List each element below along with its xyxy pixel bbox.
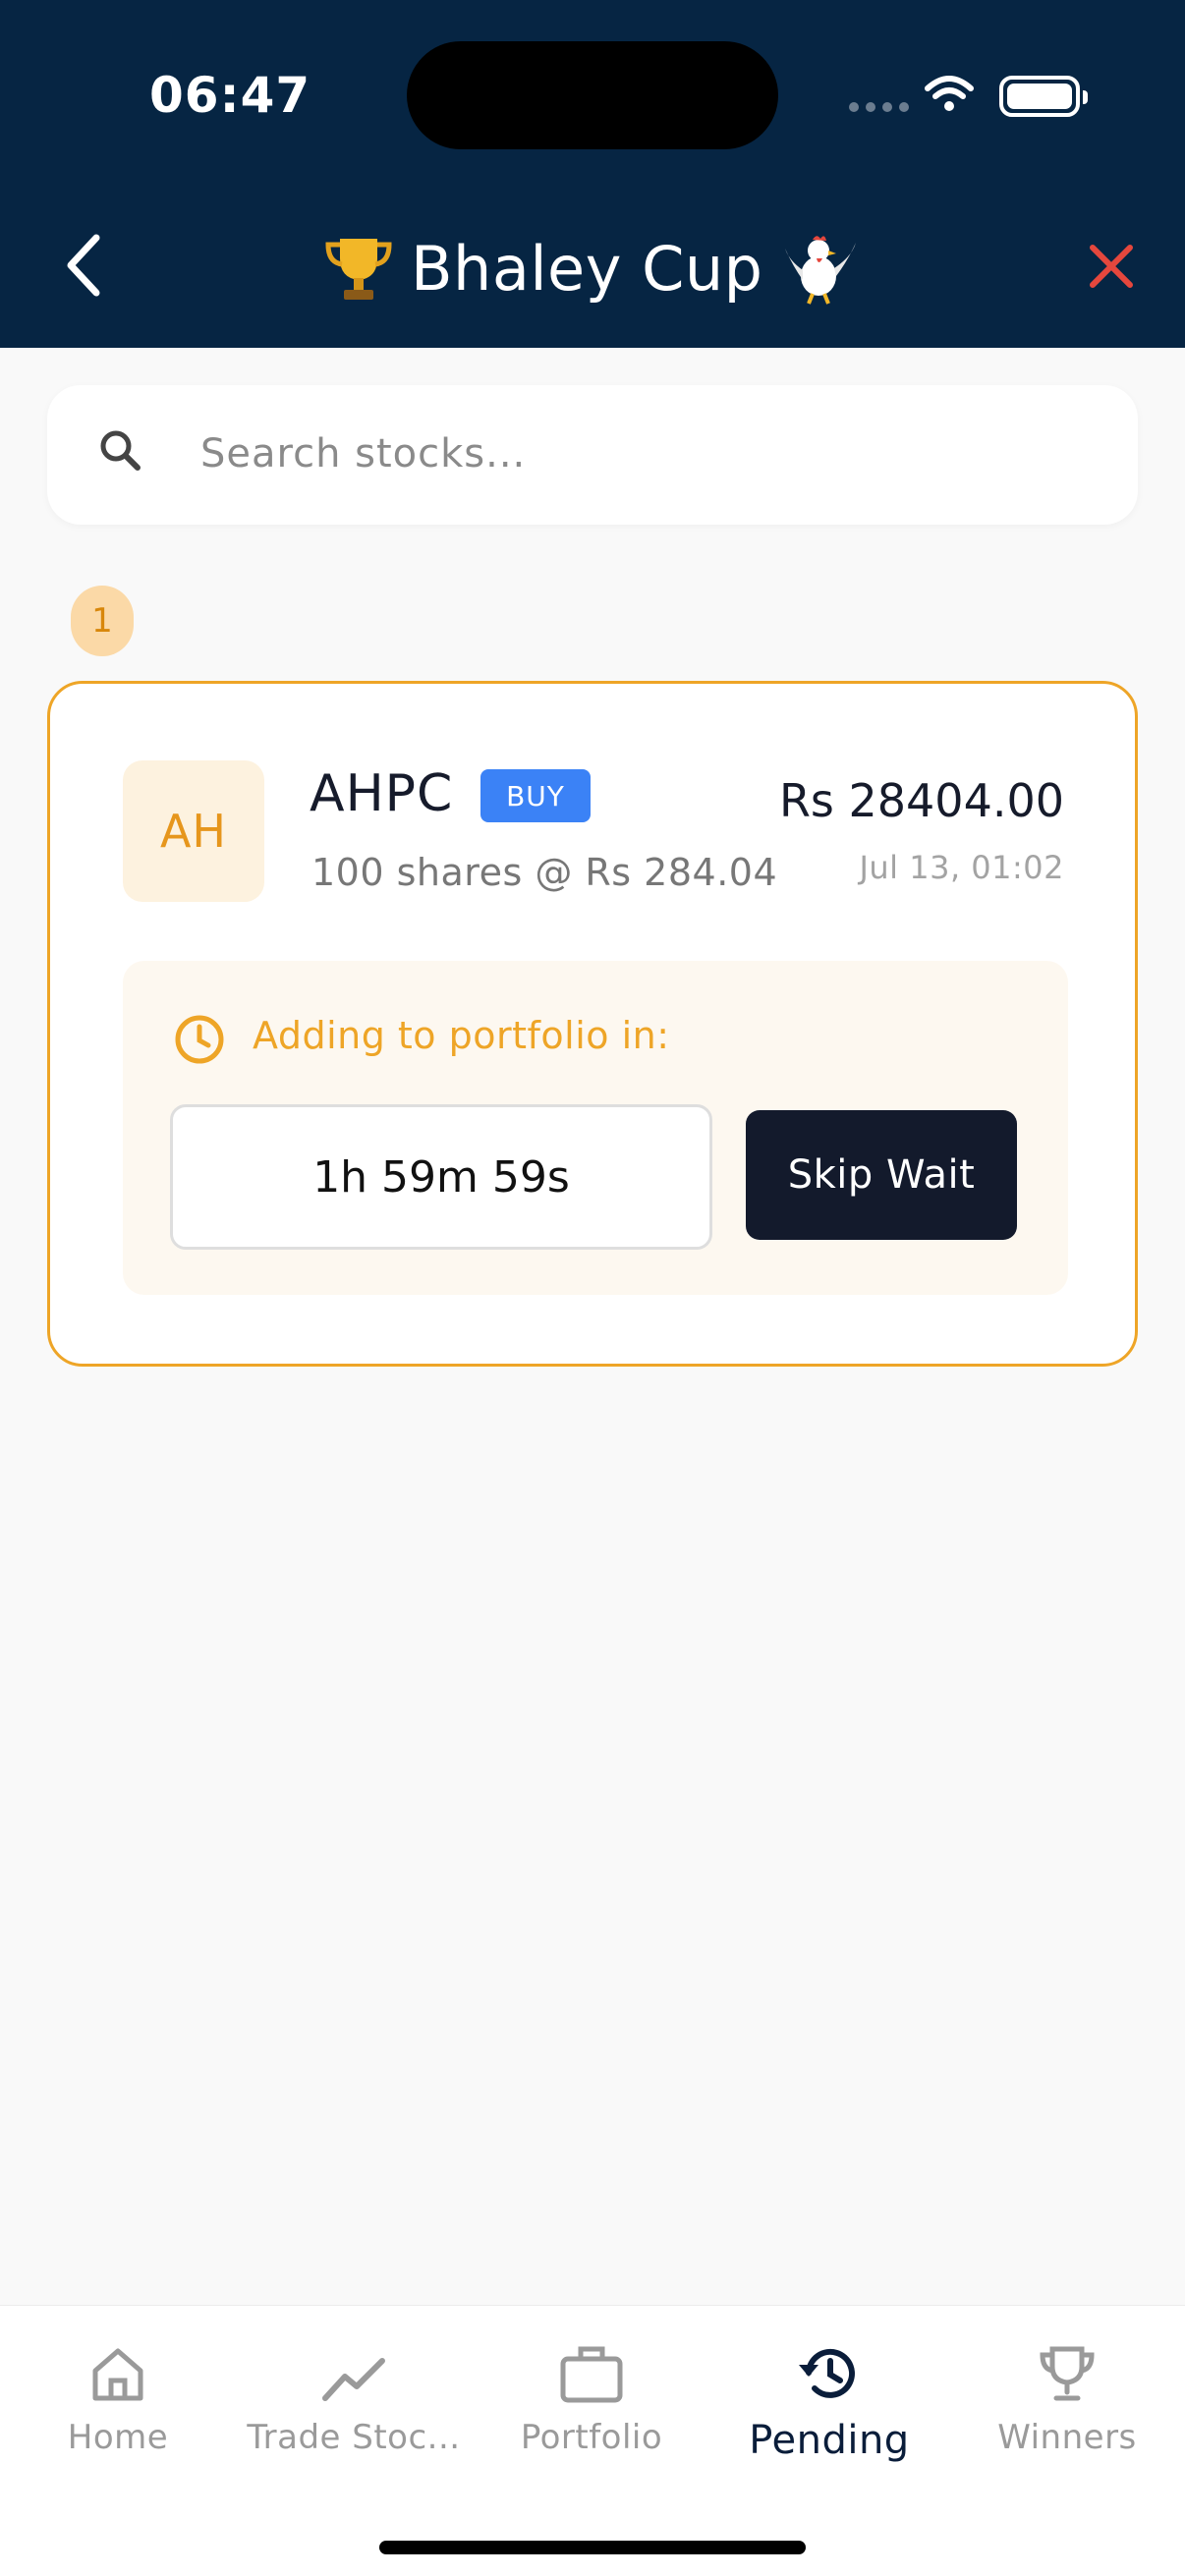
title-text: Bhaley Cup [411,232,763,305]
wifi-icon [925,76,974,111]
tab-winners[interactable]: Winners [959,2325,1175,2502]
pending-count-badge: 1 [71,586,134,656]
home-indicator [379,2541,806,2554]
clock-icon [175,1015,224,1064]
tab-label: Home [67,2418,169,2457]
tab-home[interactable]: Home [10,2325,226,2502]
stock-avatar: AH [123,760,264,902]
briefcase-icon [560,2346,623,2403]
dynamic-island [407,41,778,149]
tab-label: Winners [997,2418,1137,2457]
search-bar[interactable] [47,385,1138,525]
back-button[interactable] [55,226,114,305]
close-button[interactable] [1087,236,1136,295]
trophy-icon [325,239,392,300]
bottom-tab-bar: Home Trade Stoc... Portfolio Pending Win… [0,2305,1185,2576]
page-title: Bhaley Cup [324,224,860,312]
home-icon [92,2348,143,2401]
search-icon [100,430,141,471]
trophy-outline-icon [1040,2346,1095,2401]
stock-ticker: AHPC [310,764,454,823]
signal-icon [849,102,909,112]
app-header: 06:47 Bhaley Cup [0,0,1185,348]
tab-pending[interactable]: Pending [721,2325,937,2502]
history-icon [799,2348,855,2398]
trending-up-icon [322,2358,385,2401]
tab-label: Pending [749,2418,910,2463]
tab-trade-stocks[interactable]: Trade Stoc... [246,2325,462,2502]
status-time: 06:47 [149,67,311,124]
pending-timer-panel: Adding to portfolio in: 1h 59m 59s Skip … [123,961,1068,1295]
skip-wait-button[interactable]: Skip Wait [746,1110,1017,1240]
search-input[interactable] [200,415,1085,493]
order-amount: Rs 28404.00 [778,774,1064,827]
order-side-badge: BUY [480,769,591,822]
countdown-timer: 1h 59m 59s [170,1104,712,1250]
order-date: Jul 13, 01:02 [859,849,1064,886]
tab-label: Portfolio [520,2418,663,2457]
adding-label: Adding to portfolio in: [253,1014,670,1057]
rooster-icon [784,236,856,305]
pending-order-card: AH AHPC BUY 100 shares @ Rs 284.04 Rs 28… [47,681,1138,1367]
battery-icon [999,76,1088,117]
tab-portfolio[interactable]: Portfolio [483,2325,700,2502]
shares-detail: 100 shares @ Rs 284.04 [311,851,778,894]
tab-label: Trade Stoc... [247,2418,461,2457]
